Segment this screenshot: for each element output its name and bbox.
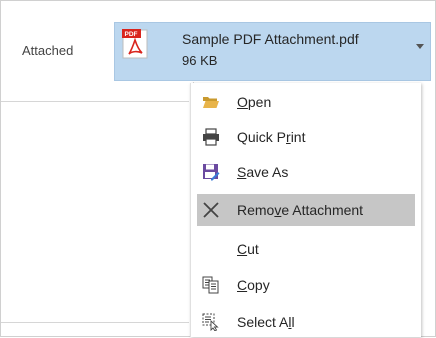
pdf-icon-badge: PDF: [125, 31, 138, 38]
attachment-size: 96 KB: [182, 53, 218, 68]
menu-item-select-all[interactable]: Select All: [197, 306, 415, 338]
pdf-icon: PDF: [122, 29, 148, 59]
menu-label-open: Open: [237, 94, 272, 110]
chevron-down-icon[interactable]: [416, 44, 424, 49]
attachment-chip[interactable]: PDF Sample PDF Attachment.pdf 96 KB: [114, 22, 431, 81]
menu-label-remove-attachment: Remove Attachment: [237, 202, 364, 218]
body-divider: [1, 322, 189, 323]
select-all-icon: [202, 313, 219, 331]
menu-label-cut: Cut: [237, 241, 259, 257]
menu-item-save-as[interactable]: Save As: [197, 156, 415, 188]
menu-label-quick-print: Quick Print: [237, 129, 306, 145]
menu-label-save-as: Save As: [237, 164, 289, 180]
attachment-context-menu: Open Quick Print Save As Remove Attachme…: [190, 83, 421, 337]
menu-item-copy[interactable]: Copy: [197, 269, 415, 301]
attached-label: Attached: [22, 43, 74, 58]
attachment-name: Sample PDF Attachment.pdf: [182, 31, 359, 47]
remove-x-icon: [203, 202, 219, 218]
menu-item-quick-print[interactable]: Quick Print: [197, 121, 415, 153]
menu-item-remove-attachment[interactable]: Remove Attachment: [197, 194, 415, 226]
menu-item-cut[interactable]: Cut: [197, 233, 415, 265]
menu-item-open[interactable]: Open: [197, 86, 415, 118]
folder-open-icon: [203, 97, 219, 108]
printer-icon: [203, 128, 219, 146]
header-divider: [1, 101, 189, 102]
save-as-icon: [203, 164, 220, 181]
menu-label-copy: Copy: [237, 277, 270, 293]
copy-icon: [202, 276, 219, 294]
menu-label-select-all: Select All: [237, 314, 295, 330]
